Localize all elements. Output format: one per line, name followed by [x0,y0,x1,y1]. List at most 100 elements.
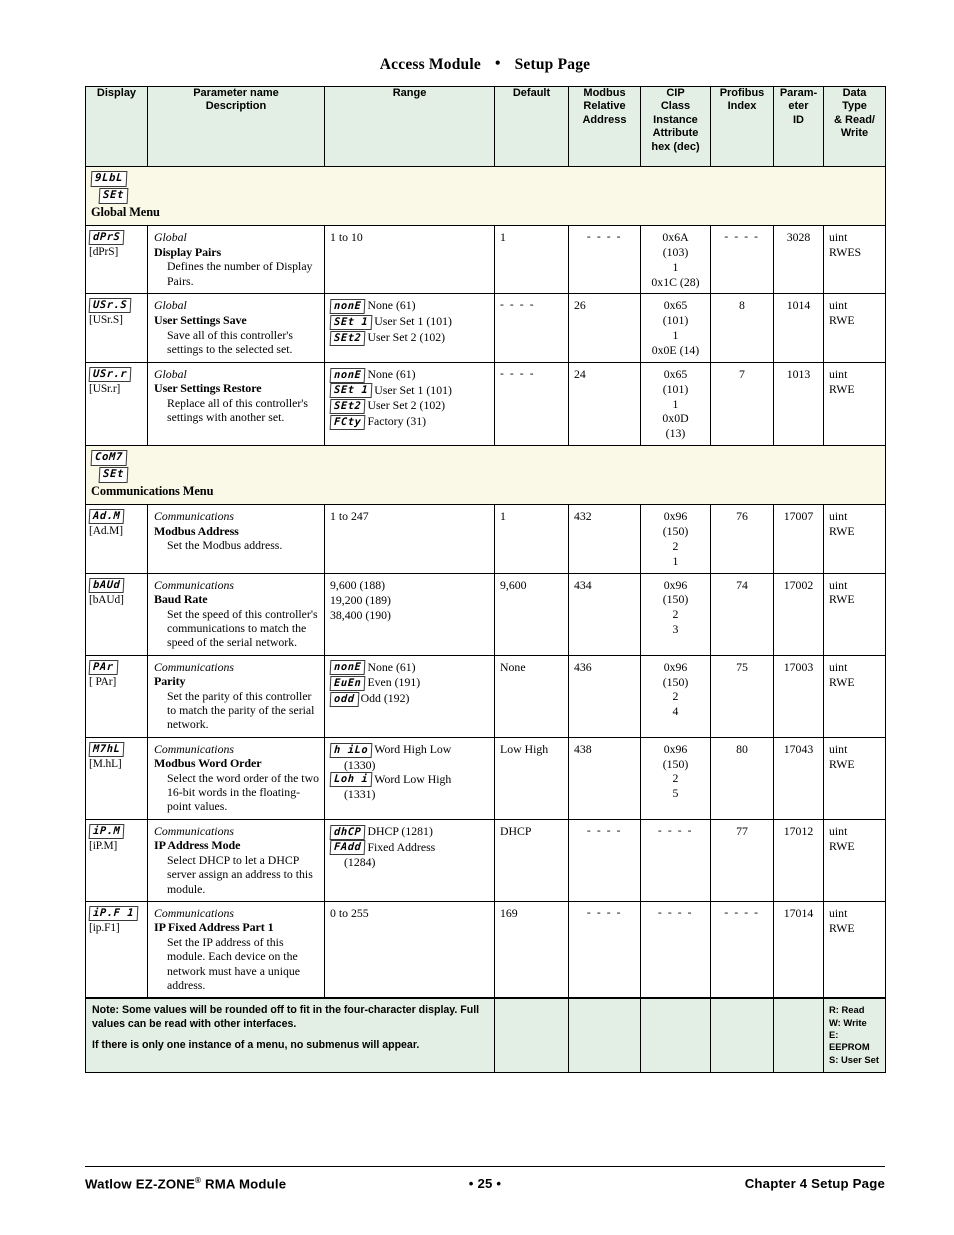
range-option-label: Fixed Address [367,839,436,854]
parameter-group: Communications [154,509,234,524]
data-type-access: RWES [829,244,862,259]
cell-data-type: uint RWE [823,361,886,447]
cell-default: 169 [494,900,569,999]
cell-data-type: uint RWE [823,900,886,999]
cell-parameter: Communications Modbus Address Set the Modb… [147,504,325,574]
range-option: SEt2 User Set 2 (102) [329,398,490,415]
cell-cip: - - - - [640,818,711,902]
seven-segment-code: SEt [98,466,129,483]
cip-value-line: 0x65 [663,298,688,313]
data-type-name: uint [829,230,848,244]
data-type-access: RWE [829,756,855,771]
cell-parameter-id-value: 17043 [783,741,814,756]
cell-default: Low High [494,736,569,820]
cip-value-line: 1 [672,553,679,568]
page-title-left: Access Module [379,56,481,73]
data-type-access: RWE [829,381,855,396]
cell-range: dhCP DHCP (1281) FAdd Fixed Address (1284) [324,818,495,902]
cell-modbus-address: 438 [568,736,641,820]
data-type-access: RWE [829,313,855,328]
range-option: dhCP DHCP (1281) [329,824,490,840]
cip-value-line: 0x96 [663,659,688,674]
data-type-values: uint RWE [829,742,880,772]
range-option: h iLo Word High Low [329,742,490,758]
cell-modbus-address: - - - - [568,900,641,999]
cip-value-line: 1 [672,328,679,343]
cell-profibus-index-value: 7 [739,366,745,381]
cell-default: 1 [494,504,569,574]
cip-value-line: 0x96 [663,509,688,524]
setup-page-parameter-table: Display Parameter name Description Range… [85,86,886,1074]
range-option-label: User Set 1 (101) [374,382,452,397]
column-header-modbus-relative-address: Modbus Relative Address [568,86,641,167]
seven-segment-code: SEt [98,187,129,203]
cell-default-value: Low High [500,741,549,756]
range-option: SEt 1 User Set 1 (101) [329,314,490,331]
cell-data-type: uint RWE [823,572,886,656]
display-code-box: USr.r [88,366,144,382]
cell-data-type: uint RWE [823,736,886,820]
cell-data-type: uint RWE [823,818,886,902]
range-option-code: (1330) [344,757,376,772]
menu-section-cell: CoM7 SEt Communications Menu [85,445,886,506]
cip-value-line: 2 [672,689,679,704]
menu-section-title: Communications Menu [91,484,214,499]
cell-default-value: 9,600 [500,577,527,592]
cell-profibus-index: 75 [710,654,774,738]
range-option-label: Even (191) [367,675,421,690]
footer-chapter: Chapter 4 Setup Page [744,1176,885,1191]
cip-values: 0x6A (103) 1 0x1C (28) [646,230,705,289]
seven-segment-code: iP.M [88,823,125,839]
parameter-name: Modbus Address [154,523,239,538]
cell-modbus-address-value: 438 [574,741,592,756]
cip-value-line: 4 [672,704,679,719]
footer-divider [85,1166,885,1167]
display-code-box: PAr [88,659,144,675]
cell-display: dPrS [dPrS] [85,224,148,295]
cell-parameter-id: 17043 [773,736,824,820]
range-text: 0 to 255 [330,905,369,920]
data-type-values: uint RWE [829,367,880,397]
display-code-ascii: [iP.M] [89,839,118,852]
cip-value-line: (150) [662,592,689,607]
seven-segment-code: SEt2 [329,330,366,346]
cip-value-line: 0x1C (28) [651,274,700,289]
data-type-access: RWE [829,592,855,607]
cell-cip: 0x6A (103) 1 0x1C (28) [640,224,711,295]
range-option: SEt 1 User Set 1 (101) [329,382,490,399]
range-option-label: Word Low High [374,771,452,786]
cip-values: 0x96 (150) 2 5 [646,742,705,801]
cell-display: Ad.M [Ad.M] [85,504,148,574]
cell-profibus-index-value: 80 [736,741,748,756]
display-code-ascii: [Ad.M] [89,525,123,538]
seven-segment-code: FAdd [329,840,366,856]
menu-display-code-line-1: 9LbL [90,171,880,188]
display-code-ascii: [USr.S] [89,314,123,327]
seven-segment-code: odd [329,692,359,708]
range-value-line: 19,200 (189) [330,592,391,607]
display-code-box: iP.M [88,823,144,839]
cell-default-value: DHCP [500,823,532,838]
range-option: EuEn Even (191) [329,675,490,692]
cell-parameter-id-value: 1014 [786,298,811,313]
note-text-cell: Note: Some values will be rounded off to… [85,997,495,1074]
range-option: nonE None (61) [329,660,490,676]
seven-segment-code: EuEn [329,676,366,692]
cell-modbus-address-value: 24 [574,366,586,381]
table-row: iP.M [iP.M] Communications IP Address Mode S… [85,818,886,902]
range-text: 1 to 10 [330,230,363,244]
cell-data-type: uint RWE [823,504,886,574]
cell-default-value: 1 [500,230,506,244]
display-code-box: bAUd [88,577,144,593]
range-option: odd Odd (192) [329,691,490,708]
cell-parameter-id: 17007 [773,504,824,574]
data-type-name: uint [829,577,848,592]
cell-modbus-address-value: - - - - [586,231,623,243]
cell-parameter: Communications Parity Set the parity of th… [147,654,325,738]
data-type-values: uint RWE [829,298,880,328]
cip-value-line: (13) [665,426,686,441]
menu-section-title: Global Menu [91,205,160,219]
cell-display: iP.F 1 [ip.F1] [85,900,148,999]
cell-range: nonE None (61) EuEn Even (191) odd Odd (192) [324,654,495,738]
table-row: iP.F 1 [ip.F1] Communications IP Fixed Addr… [85,900,886,999]
